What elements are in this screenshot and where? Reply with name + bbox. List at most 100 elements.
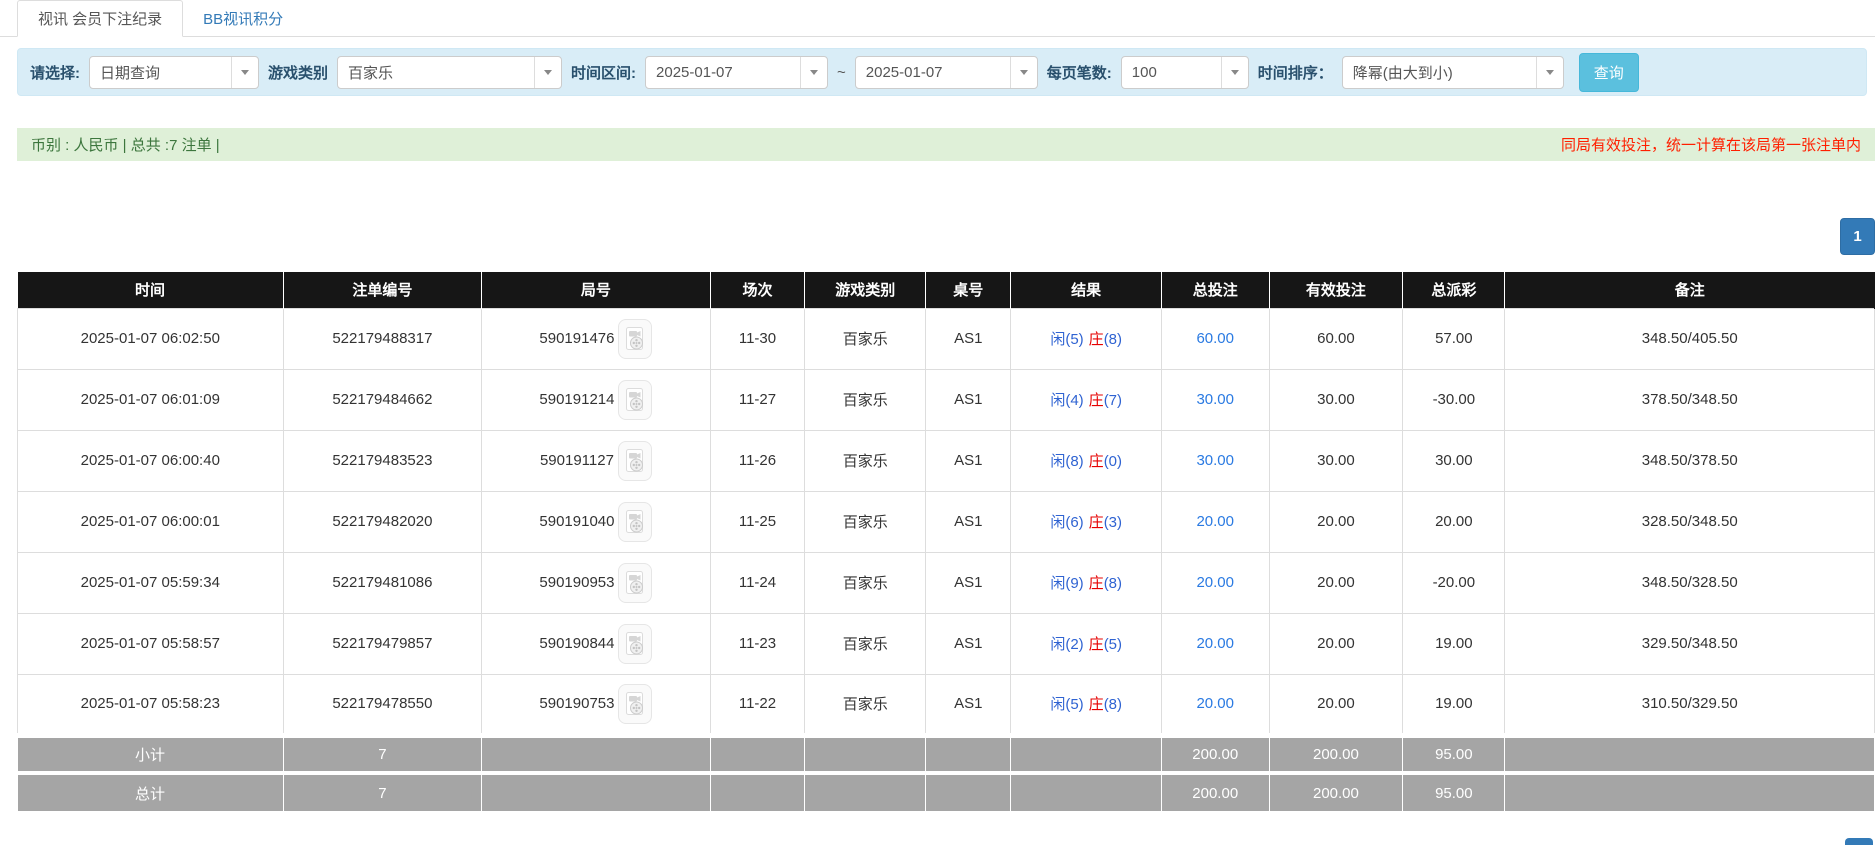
total-bet-link[interactable]: 30.00	[1196, 452, 1234, 469]
round-id-value: 590191214	[539, 391, 614, 408]
cell-valid-bet: 20.00	[1269, 552, 1403, 613]
pagination-button-partial[interactable]	[1845, 838, 1873, 845]
same-round-notice: 同局有效投注，统一计算在该局第一张注单内	[1561, 134, 1861, 155]
col-game-type: 游戏类别	[805, 272, 926, 308]
footer-payout: 95.00	[1403, 773, 1505, 811]
chevron-down-icon	[1536, 57, 1563, 88]
pagination-page-1-button[interactable]: 1	[1840, 218, 1875, 255]
currency-total-text: 币别 : 人民币 | 总共 :7 注单 |	[31, 134, 220, 155]
table-row: 2025-01-07 05:59:34522179481086590190953…	[18, 552, 1875, 613]
col-bet-id: 注单编号	[283, 272, 482, 308]
tab-video-bet-records[interactable]: 视讯 会员下注纪录	[17, 0, 183, 37]
cell-valid-bet: 20.00	[1269, 491, 1403, 552]
cell-round-id: 590191127	[482, 430, 710, 491]
table-row: 2025-01-07 06:01:09522179484662590191214…	[18, 369, 1875, 430]
game-type-label: 游戏类别	[268, 62, 328, 83]
game-type-select[interactable]: 百家乐	[337, 56, 562, 89]
col-round-id: 局号	[482, 272, 710, 308]
result-banker-score: (8)	[1104, 575, 1122, 592]
result-banker-label: 庄	[1089, 575, 1104, 592]
cell-result: 闲(6)庄(3)	[1011, 491, 1161, 552]
result-banker-label: 庄	[1089, 331, 1104, 348]
cell-payout: -20.00	[1403, 552, 1505, 613]
cell-result: 闲(2)庄(5)	[1011, 613, 1161, 674]
date-to-select[interactable]: 2025-01-07	[855, 56, 1038, 89]
video-replay-button[interactable]	[618, 319, 652, 359]
cell-payout: 57.00	[1403, 308, 1505, 369]
cell-remark: 310.50/329.50	[1505, 674, 1875, 735]
result-player-label: 闲	[1050, 392, 1065, 409]
cell-table-no: AS1	[926, 552, 1011, 613]
result-banker-label: 庄	[1089, 514, 1104, 531]
cell-payout: 20.00	[1403, 491, 1505, 552]
film-reel-icon	[625, 387, 645, 413]
cell-valid-bet: 30.00	[1269, 430, 1403, 491]
cell-time: 2025-01-07 06:02:50	[18, 308, 284, 369]
result-player-label: 闲	[1050, 331, 1065, 348]
footer-empty	[710, 773, 805, 811]
video-replay-button[interactable]	[618, 684, 652, 724]
cell-session: 11-26	[710, 430, 805, 491]
cell-valid-bet: 30.00	[1269, 369, 1403, 430]
subtotal-row: 小计7200.00200.0095.00	[18, 735, 1875, 773]
total-bet-link[interactable]: 20.00	[1196, 574, 1234, 591]
cell-bet-id: 522179484662	[283, 369, 482, 430]
result-player-label: 闲	[1050, 575, 1065, 592]
cell-payout: 19.00	[1403, 674, 1505, 735]
query-mode-select[interactable]: 日期查询	[89, 56, 259, 89]
time-sort-value: 降幂(由大到小)	[1343, 62, 1536, 83]
round-id-value: 590191476	[539, 330, 614, 347]
cell-remark: 348.50/378.50	[1505, 430, 1875, 491]
footer-empty	[482, 735, 710, 773]
footer-payout: 95.00	[1403, 735, 1505, 773]
result-player-label: 闲	[1050, 514, 1065, 531]
table-row: 2025-01-07 05:58:23522179478550590190753…	[18, 674, 1875, 735]
cell-table-no: AS1	[926, 491, 1011, 552]
footer-valid-bet: 200.00	[1269, 735, 1403, 773]
time-sort-select[interactable]: 降幂(由大到小)	[1342, 56, 1564, 89]
col-valid-bet: 有效投注	[1269, 272, 1403, 308]
tab-bar: 视讯 会员下注纪录 BB视讯积分	[0, 0, 1875, 37]
cell-bet-id: 522179479857	[283, 613, 482, 674]
chevron-down-icon	[1010, 57, 1037, 88]
video-replay-button[interactable]	[618, 502, 652, 542]
total-bet-link[interactable]: 30.00	[1196, 391, 1234, 408]
game-type-value: 百家乐	[338, 62, 534, 83]
cell-remark: 348.50/328.50	[1505, 552, 1875, 613]
film-reel-icon	[625, 631, 645, 657]
cell-remark: 329.50/348.50	[1505, 613, 1875, 674]
cell-game-type: 百家乐	[805, 552, 926, 613]
total-bet-link[interactable]: 20.00	[1196, 635, 1234, 652]
video-replay-button[interactable]	[618, 624, 652, 664]
tab-bb-video-points[interactable]: BB视讯积分	[183, 0, 303, 36]
cell-bet-id: 522179478550	[283, 674, 482, 735]
cell-table-no: AS1	[926, 308, 1011, 369]
footer-empty	[926, 773, 1011, 811]
result-player-score: (4)	[1065, 392, 1083, 409]
video-replay-button[interactable]	[618, 441, 652, 481]
cell-game-type: 百家乐	[805, 369, 926, 430]
footer-total-bet: 200.00	[1161, 773, 1269, 811]
total-bet-link[interactable]: 20.00	[1196, 695, 1234, 712]
cell-valid-bet: 60.00	[1269, 308, 1403, 369]
result-player-label: 闲	[1050, 453, 1065, 470]
date-from-select[interactable]: 2025-01-07	[645, 56, 828, 89]
search-button[interactable]: 查询	[1579, 53, 1639, 92]
cell-result: 闲(9)庄(8)	[1011, 552, 1161, 613]
footer-label: 小计	[18, 735, 284, 773]
col-session: 场次	[710, 272, 805, 308]
summary-bar: 币别 : 人民币 | 总共 :7 注单 | 同局有效投注，统一计算在该局第一张注…	[17, 128, 1875, 161]
result-player-score: (5)	[1065, 331, 1083, 348]
result-player-label: 闲	[1050, 696, 1065, 713]
cell-remark: 378.50/348.50	[1505, 369, 1875, 430]
video-replay-button[interactable]	[618, 380, 652, 420]
per-page-select[interactable]: 100	[1121, 56, 1249, 89]
video-replay-button[interactable]	[618, 563, 652, 603]
footer-label: 总计	[18, 773, 284, 811]
cell-bet-id: 522179482020	[283, 491, 482, 552]
total-bet-link[interactable]: 60.00	[1196, 330, 1234, 347]
round-id-value: 590190753	[539, 695, 614, 712]
total-bet-link[interactable]: 20.00	[1196, 513, 1234, 530]
cell-game-type: 百家乐	[805, 613, 926, 674]
chevron-down-icon	[534, 57, 561, 88]
